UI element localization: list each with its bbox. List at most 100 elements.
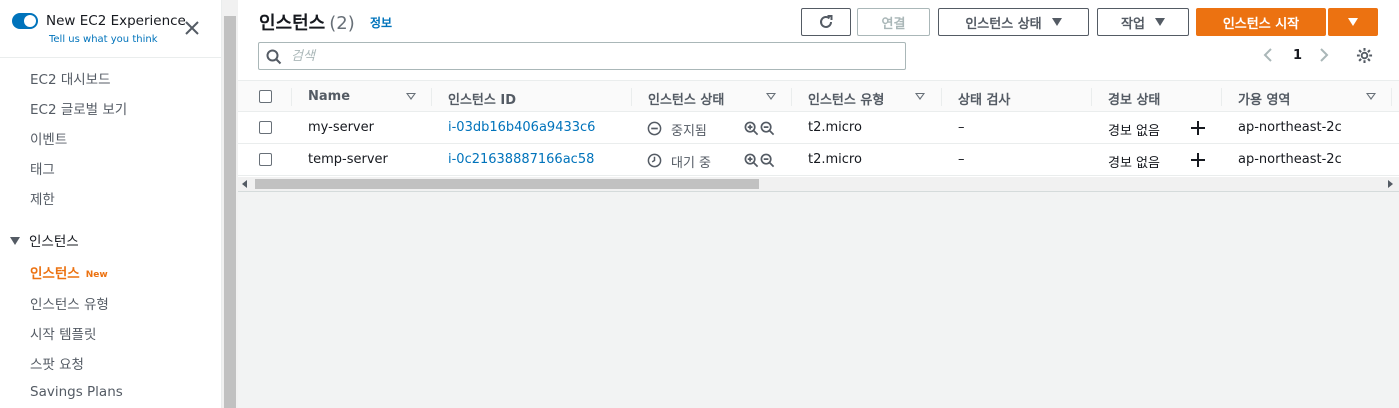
new-badge: New <box>85 270 108 280</box>
column-header-status-check[interactable]: 상태 검사 <box>958 89 1010 108</box>
column-divider <box>1091 88 1092 106</box>
scroll-right-arrow-icon[interactable] <box>1388 180 1393 188</box>
scroll-left-arrow-icon[interactable] <box>242 180 247 188</box>
title-text: 인스턴스 <box>259 13 326 34</box>
close-icon[interactable] <box>184 20 200 36</box>
caret-down-icon <box>10 237 20 245</box>
sidebar-item-instance-types[interactable]: 인스턴스 유형 <box>30 293 109 313</box>
page-title: 인스턴스 (2) <box>259 9 355 35</box>
sort-icon[interactable] <box>766 93 776 100</box>
table-horizontal-scrollbar[interactable] <box>238 177 1399 191</box>
chevron-left-icon[interactable] <box>1262 47 1274 63</box>
scrollbar-thumb[interactable] <box>224 16 236 408</box>
search-icon <box>266 49 282 65</box>
launch-instance-button[interactable]: 인스턴스 시작 <box>1196 8 1326 36</box>
instances-panel: 인스턴스 (2) 정보 연결 인스턴스 상태 작업 인스턴스 시작 검색 1 N… <box>238 0 1399 192</box>
sidebar-item-limits[interactable]: 제한 <box>30 188 55 208</box>
sort-icon[interactable] <box>915 93 925 100</box>
connect-button[interactable]: 연결 <box>857 8 930 36</box>
sidebar: New EC2 Experience Tell us what you thin… <box>0 0 222 408</box>
sidebar-item-spot-requests[interactable]: 스팟 요청 <box>30 353 84 373</box>
instance-type: t2.micro <box>808 120 862 135</box>
info-link[interactable]: 정보 <box>370 14 392 31</box>
select-all-checkbox[interactable] <box>259 90 272 103</box>
row-checkbox[interactable] <box>259 153 272 166</box>
status-check: – <box>958 152 965 167</box>
refresh-button[interactable] <box>801 8 851 36</box>
column-header-alarm-status[interactable]: 경보 상태 <box>1108 89 1160 108</box>
refresh-icon <box>820 15 833 28</box>
actions-button[interactable]: 작업 <box>1097 8 1189 36</box>
sort-icon[interactable] <box>406 93 416 100</box>
search-box <box>258 42 906 70</box>
column-header-availability-zone[interactable]: 가용 영역 <box>1238 89 1290 108</box>
row-checkbox[interactable] <box>259 121 272 134</box>
sidebar-item-global-view[interactable]: EC2 글로벌 보기 <box>30 98 127 118</box>
zoom-out-icon[interactable] <box>760 121 775 136</box>
sidebar-section-instances[interactable]: 인스턴스 <box>10 230 79 250</box>
caret-down-icon <box>1154 18 1165 26</box>
sidebar-item-tags[interactable]: 태그 <box>30 158 55 178</box>
add-alarm-icon[interactable] <box>1190 120 1206 136</box>
instance-state-button[interactable]: 인스턴스 상태 <box>938 8 1089 36</box>
availability-zone: ap-northeast-2c <box>1238 152 1342 167</box>
instance-id-link[interactable]: i-0c21638887166ac58 <box>448 152 594 167</box>
column-header-instance-state[interactable]: 인스턴스 상태 <box>648 89 724 108</box>
sidebar-item-dashboard[interactable]: EC2 대시보드 <box>30 68 111 88</box>
column-divider <box>631 88 632 106</box>
instance-type: t2.micro <box>808 152 862 167</box>
new-experience-toggle-row: New EC2 Experience Tell us what you thin… <box>12 10 212 50</box>
instance-name: temp-server <box>308 152 388 167</box>
chevron-right-icon[interactable] <box>1318 47 1330 63</box>
sidebar-item-label: 인스턴스 <box>30 266 80 282</box>
stopped-icon <box>647 121 662 136</box>
sidebar-item-events[interactable]: 이벤트 <box>30 128 67 148</box>
zoom-out-icon[interactable] <box>760 153 775 168</box>
launch-options-button[interactable] <box>1328 8 1378 36</box>
column-divider <box>1391 88 1392 106</box>
table-row[interactable]: my-server i-03db16b406a9433c6 중지됨 t2.mic… <box>238 112 1399 144</box>
instance-state: 중지됨 <box>671 124 707 139</box>
column-header-name[interactable]: Name <box>308 89 350 104</box>
zoom-in-icon[interactable] <box>744 121 759 136</box>
column-header-instance-type[interactable]: 인스턴스 유형 <box>808 89 884 108</box>
gear-icon[interactable] <box>1356 47 1373 64</box>
add-alarm-icon[interactable] <box>1190 152 1206 168</box>
column-divider <box>291 88 292 106</box>
column-divider <box>431 88 432 106</box>
experience-title: New EC2 Experience <box>46 13 186 29</box>
feedback-link[interactable]: Tell us what you think <box>49 34 158 45</box>
scrollbar-thumb[interactable] <box>255 179 759 189</box>
table-row[interactable]: temp-server i-0c21638887166ac58 대기 중 t2.… <box>238 144 1399 176</box>
page-number[interactable]: 1 <box>1293 48 1302 63</box>
alarm-status: 경보 없음 <box>1108 156 1160 171</box>
sidebar-item-launch-templates[interactable]: 시작 템플릿 <box>30 323 96 343</box>
column-divider <box>941 88 942 106</box>
instance-state: 대기 중 <box>671 156 712 171</box>
sort-icon[interactable] <box>1366 93 1376 100</box>
instance-count: (2) <box>329 13 355 34</box>
column-header-instance-id[interactable]: 인스턴스 ID <box>448 89 516 108</box>
sidebar-scrollbar[interactable] <box>222 0 238 408</box>
sidebar-divider <box>0 57 222 58</box>
main-content: 인스턴스 (2) 정보 연결 인스턴스 상태 작업 인스턴스 시작 검색 1 N… <box>238 0 1399 408</box>
instance-state-label: 인스턴스 상태 <box>965 16 1042 32</box>
column-divider <box>1221 88 1222 106</box>
search-input[interactable] <box>291 46 891 66</box>
sidebar-section-label: 인스턴스 <box>29 234 79 250</box>
new-experience-toggle[interactable] <box>12 13 38 29</box>
pending-clock-icon <box>647 153 662 168</box>
status-check: – <box>958 120 965 135</box>
table-header: Name 인스턴스 ID 인스턴스 상태 인스턴스 유형 상태 검사 경보 상태… <box>238 80 1399 112</box>
sidebar-item-savings-plans[interactable]: Savings Plans <box>30 384 123 400</box>
availability-zone: ap-northeast-2c <box>1238 120 1342 135</box>
zoom-in-icon[interactable] <box>744 153 759 168</box>
caret-down-icon <box>1348 18 1358 26</box>
column-divider <box>791 88 792 106</box>
caret-down-icon <box>1051 18 1062 26</box>
instance-id-link[interactable]: i-03db16b406a9433c6 <box>448 120 595 135</box>
alarm-status: 경보 없음 <box>1108 124 1160 139</box>
instance-name: my-server <box>308 120 374 135</box>
actions-label: 작업 <box>1121 16 1145 32</box>
sidebar-item-instances[interactable]: 인스턴스 New <box>30 262 108 282</box>
